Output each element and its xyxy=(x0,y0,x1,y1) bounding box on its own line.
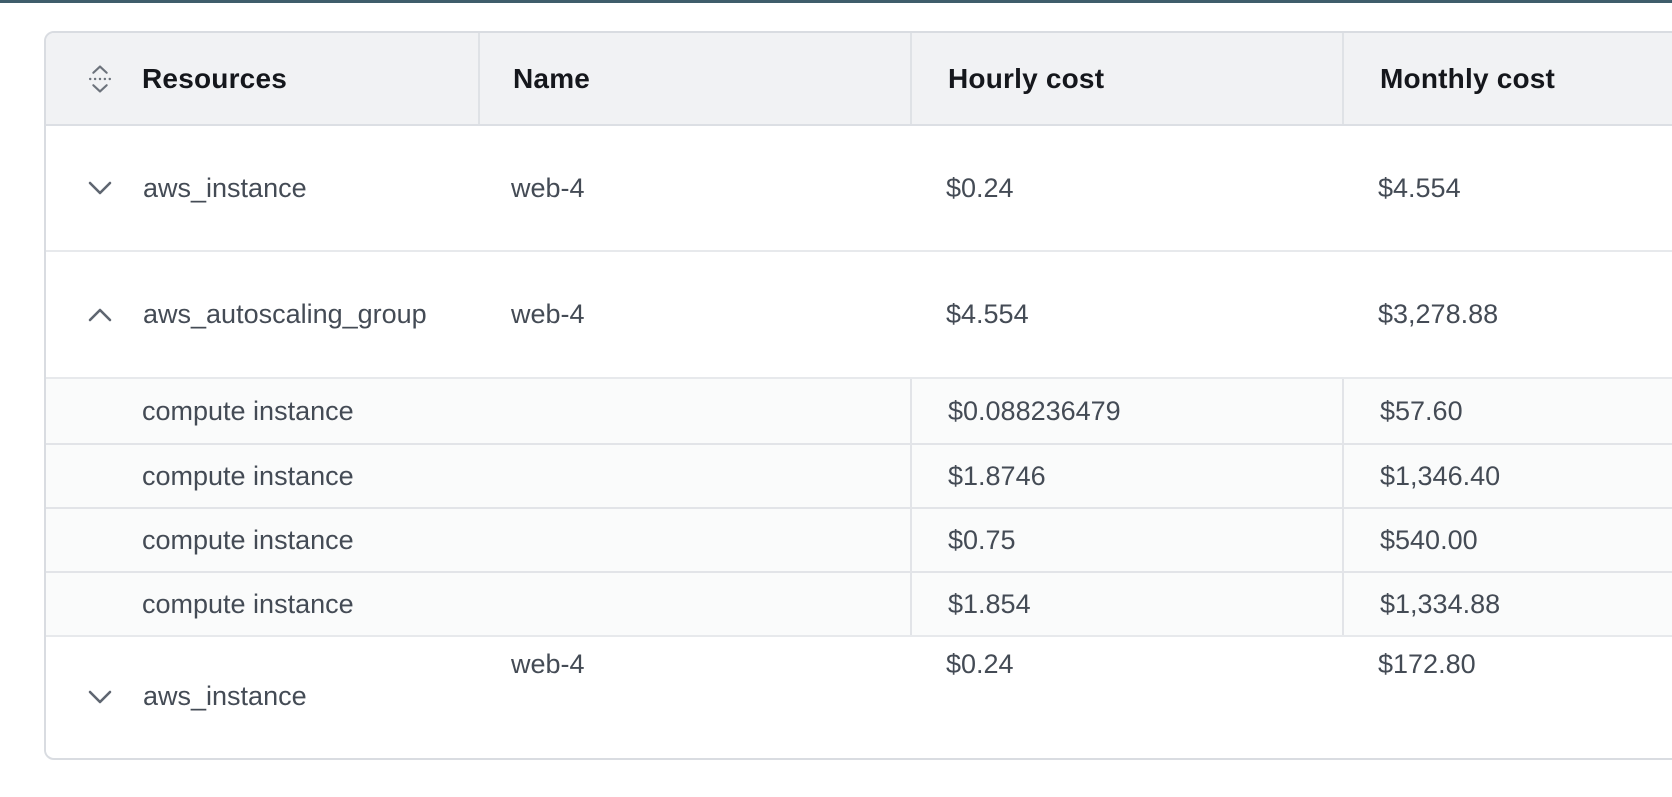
hourly-cost-cell: $1.8746 xyxy=(910,445,1342,507)
resource-type-label: aws_instance xyxy=(143,681,307,712)
hourly-cost-cell: $1.854 xyxy=(910,573,1342,635)
monthly-cost-cell: $4.554 xyxy=(1342,126,1672,250)
hourly-cost-value: $1.8746 xyxy=(948,461,1046,492)
resource-name: web-4 xyxy=(511,649,585,680)
column-label-resources: Resources xyxy=(142,63,287,95)
table-row[interactable]: aws_instance web-4 $0.24 $4.554 xyxy=(46,126,1672,250)
monthly-cost-value: $3,278.88 xyxy=(1378,299,1498,330)
column-header-monthly-cost[interactable]: Monthly cost xyxy=(1342,33,1672,124)
cost-component-label: compute instance xyxy=(142,589,354,620)
monthly-cost-cell: $3,278.88 xyxy=(1342,252,1672,377)
cost-component-label-cell: compute instance xyxy=(46,509,910,571)
cost-component-row: compute instance $0.088236479 $57.60 xyxy=(46,379,1672,443)
resource-type-label: aws_autoscaling_group xyxy=(143,299,427,330)
monthly-cost-cell: $57.60 xyxy=(1342,379,1672,443)
hourly-cost-value: $0.24 xyxy=(946,173,1014,204)
monthly-cost-value: $1,346.40 xyxy=(1380,461,1500,492)
cost-component-row: compute instance $1.854 $1,334.88 xyxy=(46,571,1672,635)
resource-cell: aws_instance xyxy=(46,126,478,250)
top-accent-rule xyxy=(0,0,1672,3)
monthly-cost-value: $540.00 xyxy=(1380,525,1478,556)
hourly-cost-cell: $0.24 xyxy=(910,126,1342,250)
column-label-monthly-cost: Monthly cost xyxy=(1380,63,1555,95)
resource-name: web-4 xyxy=(511,299,585,330)
monthly-cost-cell: $1,346.40 xyxy=(1342,445,1672,507)
table-row[interactable]: aws_instance web-4 $0.24 $172.80 xyxy=(46,635,1672,756)
column-header-hourly-cost[interactable]: Hourly cost xyxy=(910,33,1342,124)
hourly-cost-cell: $0.088236479 xyxy=(910,379,1342,443)
chevron-down-icon[interactable] xyxy=(88,176,112,200)
hourly-cost-value: $0.088236479 xyxy=(948,396,1121,427)
hourly-cost-cell: $0.24 xyxy=(910,637,1342,756)
hourly-cost-value: $4.554 xyxy=(946,299,1029,330)
column-label-hourly-cost: Hourly cost xyxy=(948,63,1104,95)
cost-component-label: compute instance xyxy=(142,461,354,492)
monthly-cost-value: $57.60 xyxy=(1380,396,1463,427)
monthly-cost-value: $4.554 xyxy=(1378,173,1461,204)
page: Resources Name Hourly cost Monthly cost … xyxy=(0,0,1672,797)
cost-component-label: compute instance xyxy=(142,396,354,427)
resource-type-label: aws_instance xyxy=(143,173,307,204)
cost-component-label: compute instance xyxy=(142,525,354,556)
name-cell: web-4 xyxy=(478,637,910,756)
hourly-cost-value: $1.854 xyxy=(948,589,1031,620)
cost-component-row: compute instance $0.75 $540.00 xyxy=(46,507,1672,571)
expanded-subrows-group: compute instance $0.088236479 $57.60 com… xyxy=(46,377,1672,635)
column-header-name[interactable]: Name xyxy=(478,33,910,124)
hourly-cost-value: $0.24 xyxy=(946,649,1014,680)
monthly-cost-cell: $1,334.88 xyxy=(1342,573,1672,635)
hourly-cost-cell: $4.554 xyxy=(910,252,1342,377)
monthly-cost-cell: $172.80 xyxy=(1342,637,1672,756)
resource-cell: aws_instance xyxy=(46,637,478,756)
table-header-row: Resources Name Hourly cost Monthly cost xyxy=(46,33,1672,126)
resource-name: web-4 xyxy=(511,173,585,204)
cost-component-label-cell: compute instance xyxy=(46,379,910,443)
table-row[interactable]: aws_autoscaling_group web-4 $4.554 $3,27… xyxy=(46,250,1672,377)
cost-table-card: Resources Name Hourly cost Monthly cost … xyxy=(44,31,1672,760)
column-label-name: Name xyxy=(513,63,590,95)
resource-cell: aws_autoscaling_group xyxy=(46,252,478,377)
monthly-cost-cell: $540.00 xyxy=(1342,509,1672,571)
drag-sort-vertical-icon[interactable] xyxy=(88,67,112,91)
hourly-cost-cell: $0.75 xyxy=(910,509,1342,571)
cost-component-row: compute instance $1.8746 $1,346.40 xyxy=(46,443,1672,507)
name-cell: web-4 xyxy=(478,252,910,377)
cost-component-label-cell: compute instance xyxy=(46,445,910,507)
monthly-cost-value: $172.80 xyxy=(1378,649,1476,680)
chevron-up-icon[interactable] xyxy=(88,303,112,327)
hourly-cost-value: $0.75 xyxy=(948,525,1016,556)
name-cell: web-4 xyxy=(478,126,910,250)
column-header-resources[interactable]: Resources xyxy=(46,33,478,124)
monthly-cost-value: $1,334.88 xyxy=(1380,589,1500,620)
chevron-down-icon[interactable] xyxy=(88,685,112,709)
cost-component-label-cell: compute instance xyxy=(46,573,910,635)
